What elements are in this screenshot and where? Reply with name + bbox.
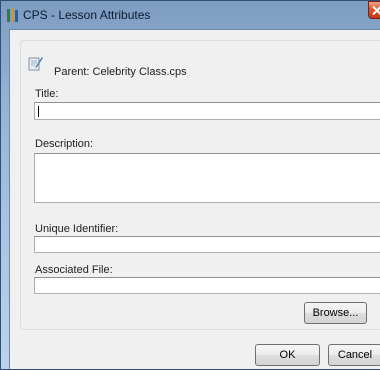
unique-identifier-input[interactable] [34,236,380,253]
document-pen-icon [27,55,43,71]
close-button[interactable] [368,1,380,19]
cancel-button[interactable]: Cancel [328,344,380,366]
parent-label: Parent: Celebrity Class.cps [54,66,187,78]
browse-button[interactable]: Browse... [304,302,367,324]
description-label: Description: [35,138,94,150]
text-caret [38,106,39,117]
title-input[interactable] [34,102,380,120]
books-icon [7,8,18,22]
ok-button[interactable]: OK [255,344,320,366]
dialog-client-area: Parent: Celebrity Class.cps Title: Descr… [9,29,380,369]
associated-file-label: Associated File: [35,264,113,276]
title-label: Title: [35,88,59,100]
associated-file-input[interactable] [34,277,380,294]
close-icon [372,6,380,15]
window-title: CPS - Lesson Attributes [23,8,151,22]
title-bar[interactable]: CPS - Lesson Attributes [1,1,380,29]
dialog-window: CPS - Lesson Attributes Parent: Celebrit… [0,0,380,370]
description-textarea[interactable] [34,153,380,203]
unique-identifier-label: Unique Identifier: [35,223,119,235]
